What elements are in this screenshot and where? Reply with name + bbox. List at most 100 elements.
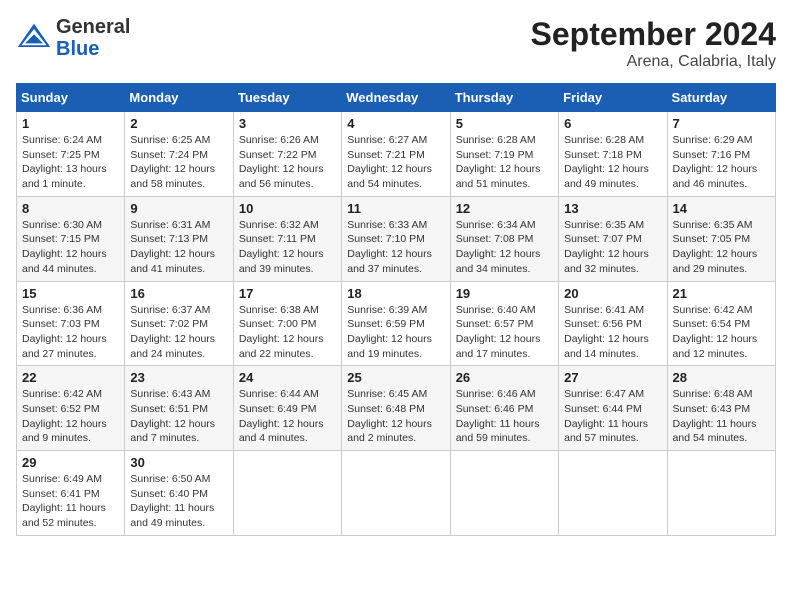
calendar-cell: 13Sunrise: 6:35 AM Sunset: 7:07 PM Dayli…	[559, 196, 667, 281]
weekday-header: Friday	[559, 84, 667, 112]
day-number: 16	[130, 286, 227, 301]
day-number: 21	[673, 286, 770, 301]
day-number: 7	[673, 116, 770, 131]
day-info: Sunrise: 6:42 AM Sunset: 6:52 PM Dayligh…	[22, 387, 119, 446]
logo: General Blue	[16, 16, 130, 60]
day-number: 20	[564, 286, 661, 301]
day-number: 26	[456, 370, 553, 385]
calendar-cell: 17 Sunrise: 6:38 AM Sunset: 7:00 PM Dayli…	[233, 281, 341, 366]
day-number: 25	[347, 370, 444, 385]
day-number: 4	[347, 116, 444, 131]
page-header: General Blue September 2024 Arena, Calab…	[16, 16, 776, 71]
calendar-header-row: SundayMondayTuesdayWednesdayThursdayFrid…	[17, 84, 776, 112]
day-info: Sunrise: 6:42 AM Sunset: 6:54 PM Dayligh…	[673, 303, 770, 362]
day-info: Sunrise: 6:31 AM Sunset: 7:13 PM Dayligh…	[130, 218, 227, 277]
logo-icon	[16, 20, 52, 56]
weekday-header: Sunday	[17, 84, 125, 112]
day-number: 12	[456, 201, 553, 216]
calendar-cell: 28 Sunrise: 6:48 AM Sunset: 6:43 PM Dayli…	[667, 366, 775, 451]
calendar-week-row: 29 Sunrise: 6:49 AM Sunset: 6:41 PM Dayli…	[17, 451, 776, 536]
day-info: Sunrise: 6:36 AM Sunset: 7:03 PM Dayligh…	[22, 303, 119, 362]
day-info: Sunrise: 6:38 AM Sunset: 7:00 PM Dayligh…	[239, 303, 336, 362]
day-number: 5	[456, 116, 553, 131]
logo-general: General	[56, 16, 130, 38]
calendar-cell: 22 Sunrise: 6:42 AM Sunset: 6:52 PM Dayli…	[17, 366, 125, 451]
day-info: Sunrise: 6:33 AM Sunset: 7:10 PM Dayligh…	[347, 218, 444, 277]
day-info: Sunrise: 6:43 AM Sunset: 6:51 PM Dayligh…	[130, 387, 227, 446]
calendar-cell: 8 Sunrise: 6:30 AM Sunset: 7:15 PM Daylig…	[17, 196, 125, 281]
calendar-cell: 23 Sunrise: 6:43 AM Sunset: 6:51 PM Dayli…	[125, 366, 233, 451]
day-number: 10	[239, 201, 336, 216]
calendar-cell: 25Sunrise: 6:45 AM Sunset: 6:48 PM Dayli…	[342, 366, 450, 451]
day-number: 6	[564, 116, 661, 131]
calendar-cell	[559, 451, 667, 536]
calendar-cell: 18Sunrise: 6:39 AM Sunset: 6:59 PM Dayli…	[342, 281, 450, 366]
day-number: 29	[22, 455, 119, 470]
title-block: September 2024 Arena, Calabria, Italy	[531, 16, 776, 71]
day-info: Sunrise: 6:34 AM Sunset: 7:08 PM Dayligh…	[456, 218, 553, 277]
calendar-cell	[233, 451, 341, 536]
calendar-cell: 21 Sunrise: 6:42 AM Sunset: 6:54 PM Dayli…	[667, 281, 775, 366]
day-number: 22	[22, 370, 119, 385]
day-info: Sunrise: 6:32 AM Sunset: 7:11 PM Dayligh…	[239, 218, 336, 277]
calendar-cell: 15Sunrise: 6:36 AM Sunset: 7:03 PM Dayli…	[17, 281, 125, 366]
calendar-cell: 1 Sunrise: 6:24 AM Sunset: 7:25 PM Daylig…	[17, 112, 125, 197]
day-info: Sunrise: 6:27 AM Sunset: 7:21 PM Dayligh…	[347, 133, 444, 192]
calendar-cell: 9 Sunrise: 6:31 AM Sunset: 7:13 PM Daylig…	[125, 196, 233, 281]
calendar-week-row: 1 Sunrise: 6:24 AM Sunset: 7:25 PM Daylig…	[17, 112, 776, 197]
logo-blue: Blue	[56, 38, 99, 60]
page-subtitle: Arena, Calabria, Italy	[531, 53, 776, 71]
calendar-cell: 10 Sunrise: 6:32 AM Sunset: 7:11 PM Dayli…	[233, 196, 341, 281]
weekday-header: Thursday	[450, 84, 558, 112]
calendar-cell: 3Sunrise: 6:26 AM Sunset: 7:22 PM Daylig…	[233, 112, 341, 197]
calendar-cell: 19 Sunrise: 6:40 AM Sunset: 6:57 PM Dayli…	[450, 281, 558, 366]
weekday-header: Tuesday	[233, 84, 341, 112]
weekday-header: Saturday	[667, 84, 775, 112]
day-info: Sunrise: 6:49 AM Sunset: 6:41 PM Dayligh…	[22, 472, 119, 531]
calendar-cell	[342, 451, 450, 536]
day-number: 30	[130, 455, 227, 470]
day-info: Sunrise: 6:37 AM Sunset: 7:02 PM Dayligh…	[130, 303, 227, 362]
day-info: Sunrise: 6:40 AM Sunset: 6:57 PM Dayligh…	[456, 303, 553, 362]
day-info: Sunrise: 6:35 AM Sunset: 7:05 PM Dayligh…	[673, 218, 770, 277]
calendar-cell: 6 Sunrise: 6:28 AM Sunset: 7:18 PM Daylig…	[559, 112, 667, 197]
calendar-cell: 26 Sunrise: 6:46 AM Sunset: 6:46 PM Dayli…	[450, 366, 558, 451]
calendar-cell: 5 Sunrise: 6:28 AM Sunset: 7:19 PM Daylig…	[450, 112, 558, 197]
calendar-cell: 7 Sunrise: 6:29 AM Sunset: 7:16 PM Daylig…	[667, 112, 775, 197]
day-info: Sunrise: 6:50 AM Sunset: 6:40 PM Dayligh…	[130, 472, 227, 531]
calendar-cell: 14Sunrise: 6:35 AM Sunset: 7:05 PM Dayli…	[667, 196, 775, 281]
calendar-cell: 29 Sunrise: 6:49 AM Sunset: 6:41 PM Dayli…	[17, 451, 125, 536]
calendar-table: SundayMondayTuesdayWednesdayThursdayFrid…	[16, 83, 776, 536]
day-number: 1	[22, 116, 119, 131]
day-number: 9	[130, 201, 227, 216]
day-info: Sunrise: 6:28 AM Sunset: 7:18 PM Dayligh…	[564, 133, 661, 192]
day-number: 19	[456, 286, 553, 301]
day-info: Sunrise: 6:26 AM Sunset: 7:22 PM Dayligh…	[239, 133, 336, 192]
day-number: 17	[239, 286, 336, 301]
day-info: Sunrise: 6:46 AM Sunset: 6:46 PM Dayligh…	[456, 387, 553, 446]
day-number: 18	[347, 286, 444, 301]
day-number: 13	[564, 201, 661, 216]
logo-text: General Blue	[56, 16, 130, 60]
calendar-cell: 4 Sunrise: 6:27 AM Sunset: 7:21 PM Daylig…	[342, 112, 450, 197]
calendar-cell: 20 Sunrise: 6:41 AM Sunset: 6:56 PM Dayli…	[559, 281, 667, 366]
day-info: Sunrise: 6:47 AM Sunset: 6:44 PM Dayligh…	[564, 387, 661, 446]
day-info: Sunrise: 6:28 AM Sunset: 7:19 PM Dayligh…	[456, 133, 553, 192]
calendar-week-row: 15Sunrise: 6:36 AM Sunset: 7:03 PM Dayli…	[17, 281, 776, 366]
calendar-cell: 2Sunrise: 6:25 AM Sunset: 7:24 PM Daylig…	[125, 112, 233, 197]
day-info: Sunrise: 6:24 AM Sunset: 7:25 PM Dayligh…	[22, 133, 119, 192]
day-info: Sunrise: 6:30 AM Sunset: 7:15 PM Dayligh…	[22, 218, 119, 277]
day-number: 11	[347, 201, 444, 216]
day-number: 8	[22, 201, 119, 216]
day-number: 28	[673, 370, 770, 385]
calendar-cell	[667, 451, 775, 536]
calendar-cell: 24Sunrise: 6:44 AM Sunset: 6:49 PM Dayli…	[233, 366, 341, 451]
day-info: Sunrise: 6:29 AM Sunset: 7:16 PM Dayligh…	[673, 133, 770, 192]
day-info: Sunrise: 6:41 AM Sunset: 6:56 PM Dayligh…	[564, 303, 661, 362]
calendar-cell: 11 Sunrise: 6:33 AM Sunset: 7:10 PM Dayli…	[342, 196, 450, 281]
calendar-cell	[450, 451, 558, 536]
day-number: 23	[130, 370, 227, 385]
day-info: Sunrise: 6:48 AM Sunset: 6:43 PM Dayligh…	[673, 387, 770, 446]
page-title: September 2024	[531, 16, 776, 53]
calendar-week-row: 22 Sunrise: 6:42 AM Sunset: 6:52 PM Dayli…	[17, 366, 776, 451]
